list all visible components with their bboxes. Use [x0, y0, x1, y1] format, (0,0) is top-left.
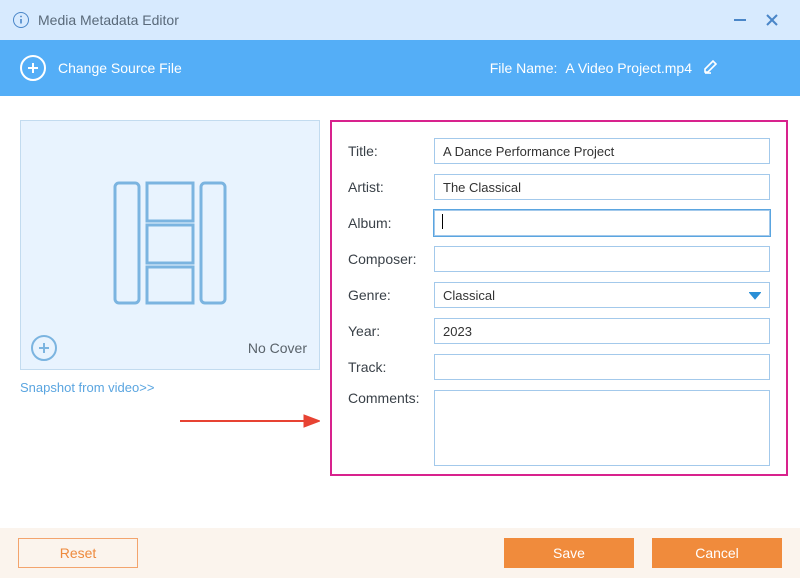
cover-pane: No Cover Snapshot from video>> — [20, 120, 320, 518]
reset-button[interactable]: Reset — [18, 538, 138, 568]
film-icon — [105, 173, 235, 318]
add-cover-button[interactable] — [31, 335, 57, 361]
comments-input[interactable] — [434, 390, 770, 466]
titlebar: Media Metadata Editor — [0, 0, 800, 40]
footer: Reset Save Cancel — [0, 528, 800, 578]
year-input[interactable] — [434, 318, 770, 344]
close-button[interactable] — [756, 4, 788, 36]
comments-label: Comments: — [348, 390, 434, 406]
toolbar: Change Source File File Name: A Video Pr… — [0, 40, 800, 96]
metadata-form: Title: Artist: Album: Composer: Genre: — [330, 120, 788, 476]
main-area: No Cover Snapshot from video>> Title: Ar… — [0, 96, 800, 528]
file-name-label: File Name: — [490, 60, 558, 76]
annotation-arrow — [20, 413, 320, 434]
cover-box: No Cover — [20, 120, 320, 370]
minimize-button[interactable] — [724, 4, 756, 36]
year-label: Year: — [348, 323, 434, 339]
album-input[interactable] — [434, 210, 770, 236]
snapshot-link[interactable]: Snapshot from video>> — [20, 380, 320, 395]
album-label: Album: — [348, 215, 434, 231]
genre-label: Genre: — [348, 287, 434, 303]
text-caret — [442, 214, 443, 229]
track-label: Track: — [348, 359, 434, 375]
file-name-group: File Name: A Video Project.mp4 — [490, 58, 720, 79]
artist-input[interactable] — [434, 174, 770, 200]
info-icon — [12, 11, 30, 29]
save-button[interactable]: Save — [504, 538, 634, 568]
composer-input[interactable] — [434, 246, 770, 272]
edit-filename-icon[interactable] — [702, 58, 720, 79]
no-cover-label: No Cover — [248, 340, 307, 356]
genre-select[interactable]: Classical — [434, 282, 770, 308]
track-input[interactable] — [434, 354, 770, 380]
change-source-button[interactable]: Change Source File — [20, 55, 182, 81]
title-label: Title: — [348, 143, 434, 159]
chevron-down-icon — [749, 288, 761, 303]
app-title: Media Metadata Editor — [38, 12, 179, 28]
file-name-value: A Video Project.mp4 — [565, 60, 692, 76]
artist-label: Artist: — [348, 179, 434, 195]
title-input[interactable] — [434, 138, 770, 164]
change-source-label: Change Source File — [58, 60, 182, 76]
plus-icon — [20, 55, 46, 81]
cancel-button[interactable]: Cancel — [652, 538, 782, 568]
composer-label: Composer: — [348, 251, 434, 267]
genre-selected-value: Classical — [443, 288, 495, 303]
